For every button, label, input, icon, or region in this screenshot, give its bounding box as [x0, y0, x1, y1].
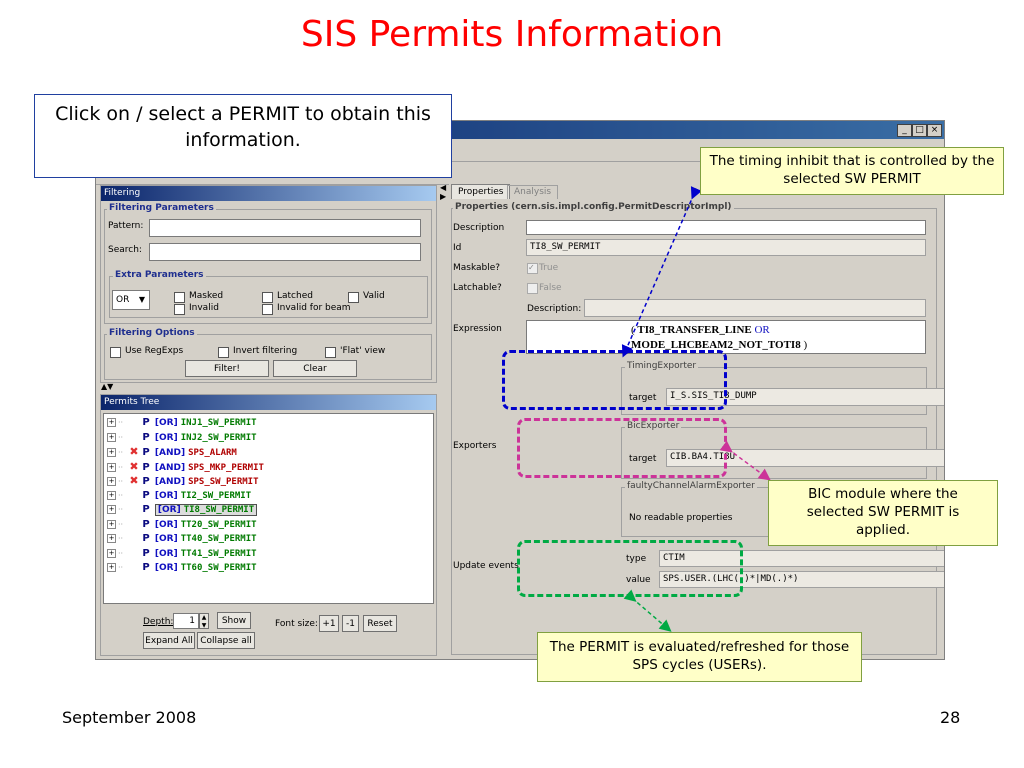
timing-arrow [621, 186, 702, 358]
bic-arrow [719, 440, 771, 481]
page-number: 28 [940, 708, 961, 727]
update-callout: The PERMIT is evaluated/refreshed for th… [537, 632, 862, 682]
bic-callout: BIC module where the selected SW PERMIT … [768, 480, 998, 546]
timing-callout: The timing inhibit that is controlled by… [700, 147, 1004, 195]
instruction-box: Click on / select a PERMIT to obtain thi… [34, 94, 452, 178]
footer-date: September 2008 [62, 708, 197, 727]
update-arrow [623, 589, 672, 632]
